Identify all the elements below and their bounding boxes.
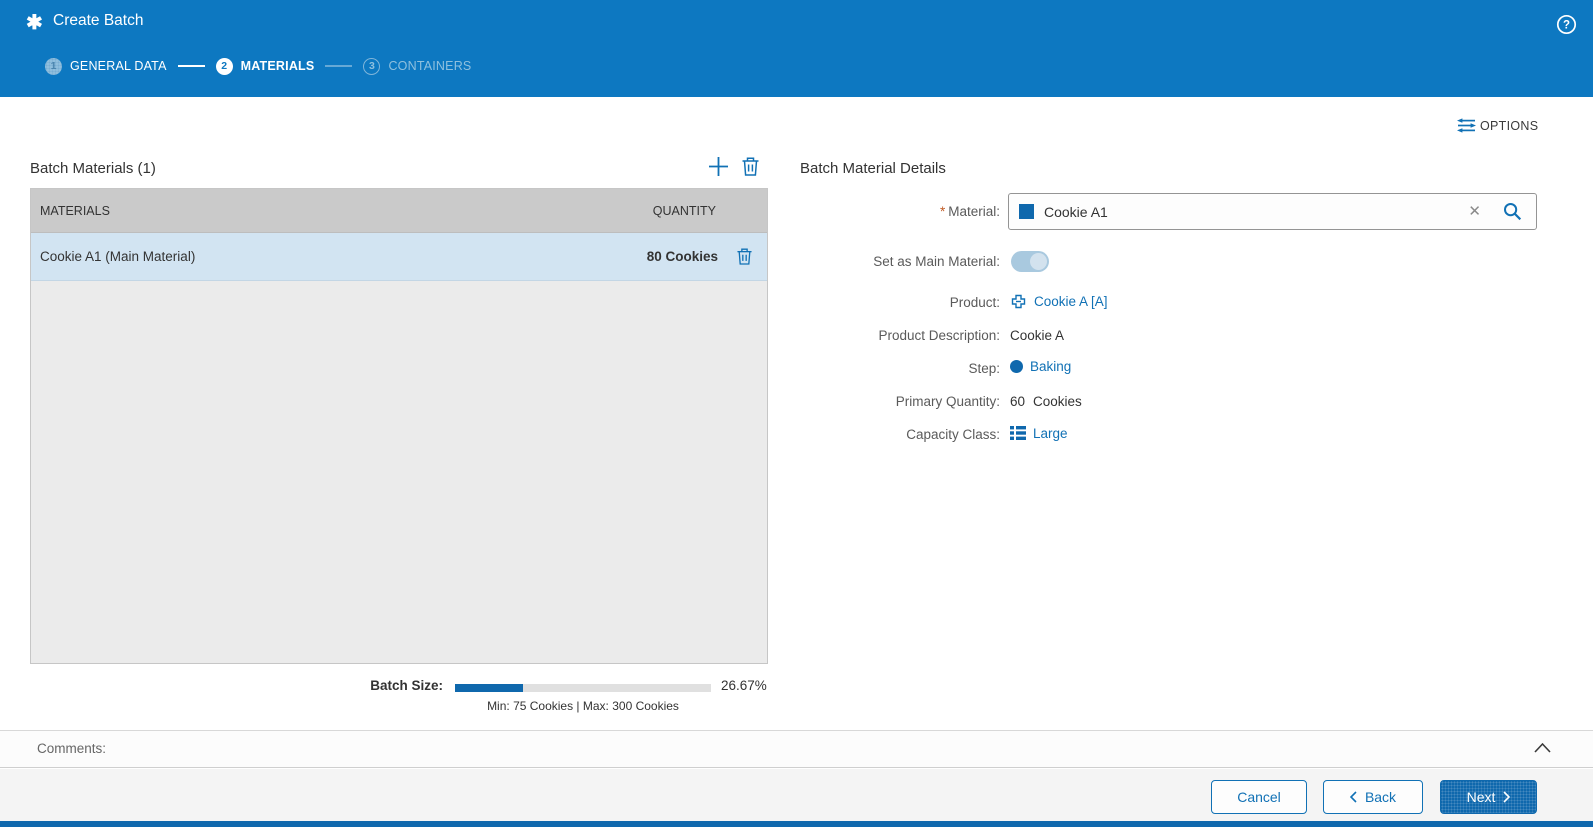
capacity-class-label: Capacity Class: <box>906 427 1000 442</box>
next-button[interactable]: Next <box>1440 780 1537 814</box>
primary-quantity-value: 60 <box>1010 394 1026 409</box>
cancel-label: Cancel <box>1237 789 1281 805</box>
product-description-value: Cookie A <box>1010 328 1065 343</box>
close-icon[interactable]: ✕ <box>1468 204 1481 219</box>
product-description-label: Product Description: <box>878 328 1000 343</box>
product-structure-icon <box>1010 293 1027 310</box>
toggle-knob <box>1030 253 1047 270</box>
material-label: * Material: <box>939 204 1000 219</box>
product-label: Product: <box>949 295 1000 310</box>
batch-size-fill <box>455 684 524 692</box>
list-icon <box>1010 425 1026 441</box>
details-panel-title: Batch Material Details <box>800 160 946 177</box>
comments-label: Comments: <box>37 741 107 756</box>
app-header: ✱ Create Batch ? 1 GENERAL DATA 2 MATERI… <box>0 0 1593 97</box>
trash-icon <box>742 157 759 176</box>
delete-material-button[interactable] <box>742 157 759 181</box>
materials-panel-title: Batch Materials (1) <box>30 160 156 177</box>
next-label: Next <box>1466 789 1496 805</box>
batch-size-percent: 26.67% <box>721 678 767 693</box>
batch-materials-table: MATERIALS QUANTITY Cookie A1 (Main Mater… <box>30 188 768 664</box>
primary-quantity-label: Primary Quantity: <box>895 394 1000 409</box>
batch-size-range: Min: 75 Cookies | Max: 300 Cookies <box>487 699 679 713</box>
step-label: Step: <box>968 361 1000 376</box>
step-circle-icon <box>1010 360 1023 373</box>
step-materials[interactable]: 2 MATERIALS <box>215 57 315 75</box>
comments-section: Comments: <box>0 730 1593 768</box>
add-material-button[interactable] <box>708 156 729 182</box>
row-material-cell: Cookie A1 (Main Material) <box>40 249 196 264</box>
step-number: 3 <box>363 57 381 75</box>
page-title: Create Batch <box>53 12 144 29</box>
step-link[interactable]: Baking <box>1030 359 1071 374</box>
product-link[interactable]: Cookie A [A] <box>1034 294 1108 309</box>
batch-size-progressbar <box>455 684 711 692</box>
comments-collapse-button[interactable] <box>1534 742 1551 753</box>
search-icon[interactable] <box>1503 202 1522 221</box>
table-header-row: MATERIALS QUANTITY <box>31 189 767 233</box>
asterisk-icon: ✱ <box>26 12 43 34</box>
row-quantity-cell: 80 Cookies <box>646 249 718 264</box>
material-input-value: Cookie A1 <box>1044 203 1108 220</box>
batch-size-label: Batch Size: <box>370 678 443 693</box>
options-sliders-icon <box>1457 118 1476 133</box>
trash-icon <box>737 248 752 265</box>
step-label: GENERAL DATA <box>70 59 167 73</box>
svg-text:?: ? <box>1563 20 1570 32</box>
main-material-label: Set as Main Material: <box>873 254 1000 269</box>
chevron-right-icon <box>1503 791 1511 803</box>
window-bottom-border <box>0 821 1593 827</box>
options-label: OPTIONS <box>1480 118 1539 133</box>
step-label: MATERIALS <box>240 59 315 73</box>
step-general-data[interactable]: 1 GENERAL DATA <box>45 57 167 75</box>
step-label: CONTAINERS <box>388 59 472 73</box>
help-icon[interactable]: ? <box>1556 14 1577 35</box>
wizard-steps: 1 GENERAL DATA 2 MATERIALS 3 CONTAINERS <box>45 57 471 75</box>
material-input[interactable]: Cookie A1 ✕ <box>1008 193 1537 230</box>
step-connector <box>325 65 353 67</box>
step-containers[interactable]: 3 CONTAINERS <box>363 57 472 75</box>
step-number: 1 <box>45 57 62 75</box>
chevron-up-icon <box>1534 742 1551 753</box>
options-button[interactable]: OPTIONS <box>1457 118 1538 133</box>
table-row[interactable]: Cookie A1 (Main Material) 80 Cookies <box>31 233 767 281</box>
plus-icon <box>709 157 728 176</box>
required-marker: * <box>939 204 946 219</box>
capacity-class-link[interactable]: Large <box>1033 426 1068 441</box>
step-connector <box>177 65 205 67</box>
material-type-icon <box>1019 204 1034 219</box>
primary-quantity-uom: Cookies <box>1033 394 1082 409</box>
back-button[interactable]: Back <box>1323 780 1423 814</box>
column-header-quantity: QUANTITY <box>652 203 716 218</box>
chevron-left-icon <box>1349 791 1357 803</box>
footer-bar: Cancel Back Next <box>0 769 1593 821</box>
main-material-toggle[interactable] <box>1011 251 1049 272</box>
back-label: Back <box>1364 789 1397 805</box>
column-header-materials: MATERIALS <box>40 203 110 218</box>
row-delete-button[interactable] <box>737 248 752 265</box>
step-number: 2 <box>215 57 233 75</box>
cancel-button[interactable]: Cancel <box>1211 780 1307 814</box>
